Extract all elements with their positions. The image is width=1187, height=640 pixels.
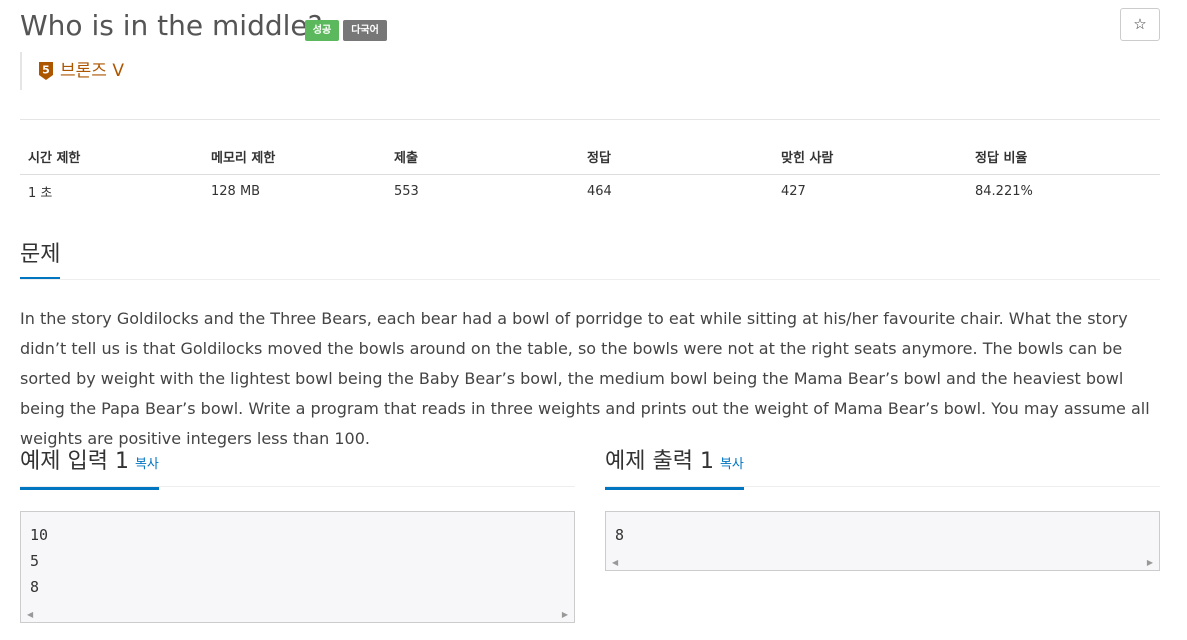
problem-header: Who is in the middle? 성공 다국어 ☆	[20, 8, 1160, 48]
tier-info: 5 브론즈 V	[20, 52, 140, 90]
success-badge: 성공	[305, 20, 339, 41]
problem-description: In the story Goldilocks and the Three Be…	[20, 309, 1150, 448]
scroll-left-icon[interactable]: ◀	[612, 558, 618, 567]
stat-header-submissions: 제출	[386, 140, 579, 175]
stat-header-memory-limit: 메모리 제한	[203, 140, 386, 175]
stats-value-row: 1 초 128 MB 553 464 427 84.221%	[20, 174, 1160, 208]
stat-solved-users[interactable]: 427	[773, 174, 967, 208]
sample-output-title: 예제 출력 1	[605, 449, 714, 474]
sample-output-header: 예제 출력 1 복사	[605, 448, 1160, 490]
sample-output-heading: 예제 출력 1 복사	[605, 448, 744, 490]
section-divider	[605, 486, 1160, 487]
stat-submissions[interactable]: 553	[386, 174, 579, 208]
sample-input-header: 예제 입력 1 복사	[20, 448, 575, 490]
horizontal-scrollbar[interactable]: ◀ ▶	[606, 554, 1159, 570]
copy-input-link[interactable]: 복사	[135, 457, 159, 472]
sample-output-box: 8 ◀ ▶	[605, 511, 1160, 571]
stat-header-accepted: 정답	[579, 140, 773, 175]
scroll-right-icon[interactable]: ▶	[562, 610, 568, 619]
stat-header-time-limit: 시간 제한	[20, 140, 203, 175]
problem-title: Who is in the middle?	[20, 9, 323, 42]
copy-output-link[interactable]: 복사	[720, 457, 744, 472]
bronze-tier-icon: 5	[39, 62, 53, 80]
star-outline-icon: ☆	[1133, 15, 1147, 33]
stat-ratio: 84.221%	[975, 183, 1033, 199]
scroll-right-icon[interactable]: ▶	[1147, 558, 1153, 567]
section-divider	[20, 486, 575, 487]
stat-header-ratio: 정답 비율	[967, 140, 1160, 175]
description-heading: 문제	[20, 241, 61, 280]
stat-memory-limit: 128 MB	[211, 183, 261, 199]
multilanguage-badge: 다국어	[343, 20, 387, 41]
divider	[20, 119, 1160, 120]
description-section-header: 문제	[20, 241, 1160, 281]
sample-input-heading: 예제 입력 1 복사	[20, 448, 159, 490]
sample-input-box: 10 5 8 ◀ ▶	[20, 511, 575, 623]
horizontal-scrollbar[interactable]: ◀ ▶	[21, 606, 574, 622]
stat-time-limit: 1 초	[28, 185, 53, 201]
svg-text:5: 5	[42, 64, 50, 77]
scroll-left-icon[interactable]: ◀	[27, 610, 33, 619]
stats-header-row: 시간 제한 메모리 제한 제출 정답 맞힌 사람 정답 비율	[20, 140, 1160, 175]
section-divider	[20, 279, 1160, 280]
favorite-button[interactable]: ☆	[1120, 8, 1160, 41]
stat-header-solved-users: 맞힌 사람	[773, 140, 967, 175]
sample-input-title: 예제 입력 1	[20, 449, 129, 474]
tier-label[interactable]: 브론즈 V	[60, 60, 124, 82]
problem-stats-table: 시간 제한 메모리 제한 제출 정답 맞힌 사람 정답 비율 1 초 128 M…	[20, 140, 1160, 208]
stat-accepted[interactable]: 464	[579, 174, 773, 208]
